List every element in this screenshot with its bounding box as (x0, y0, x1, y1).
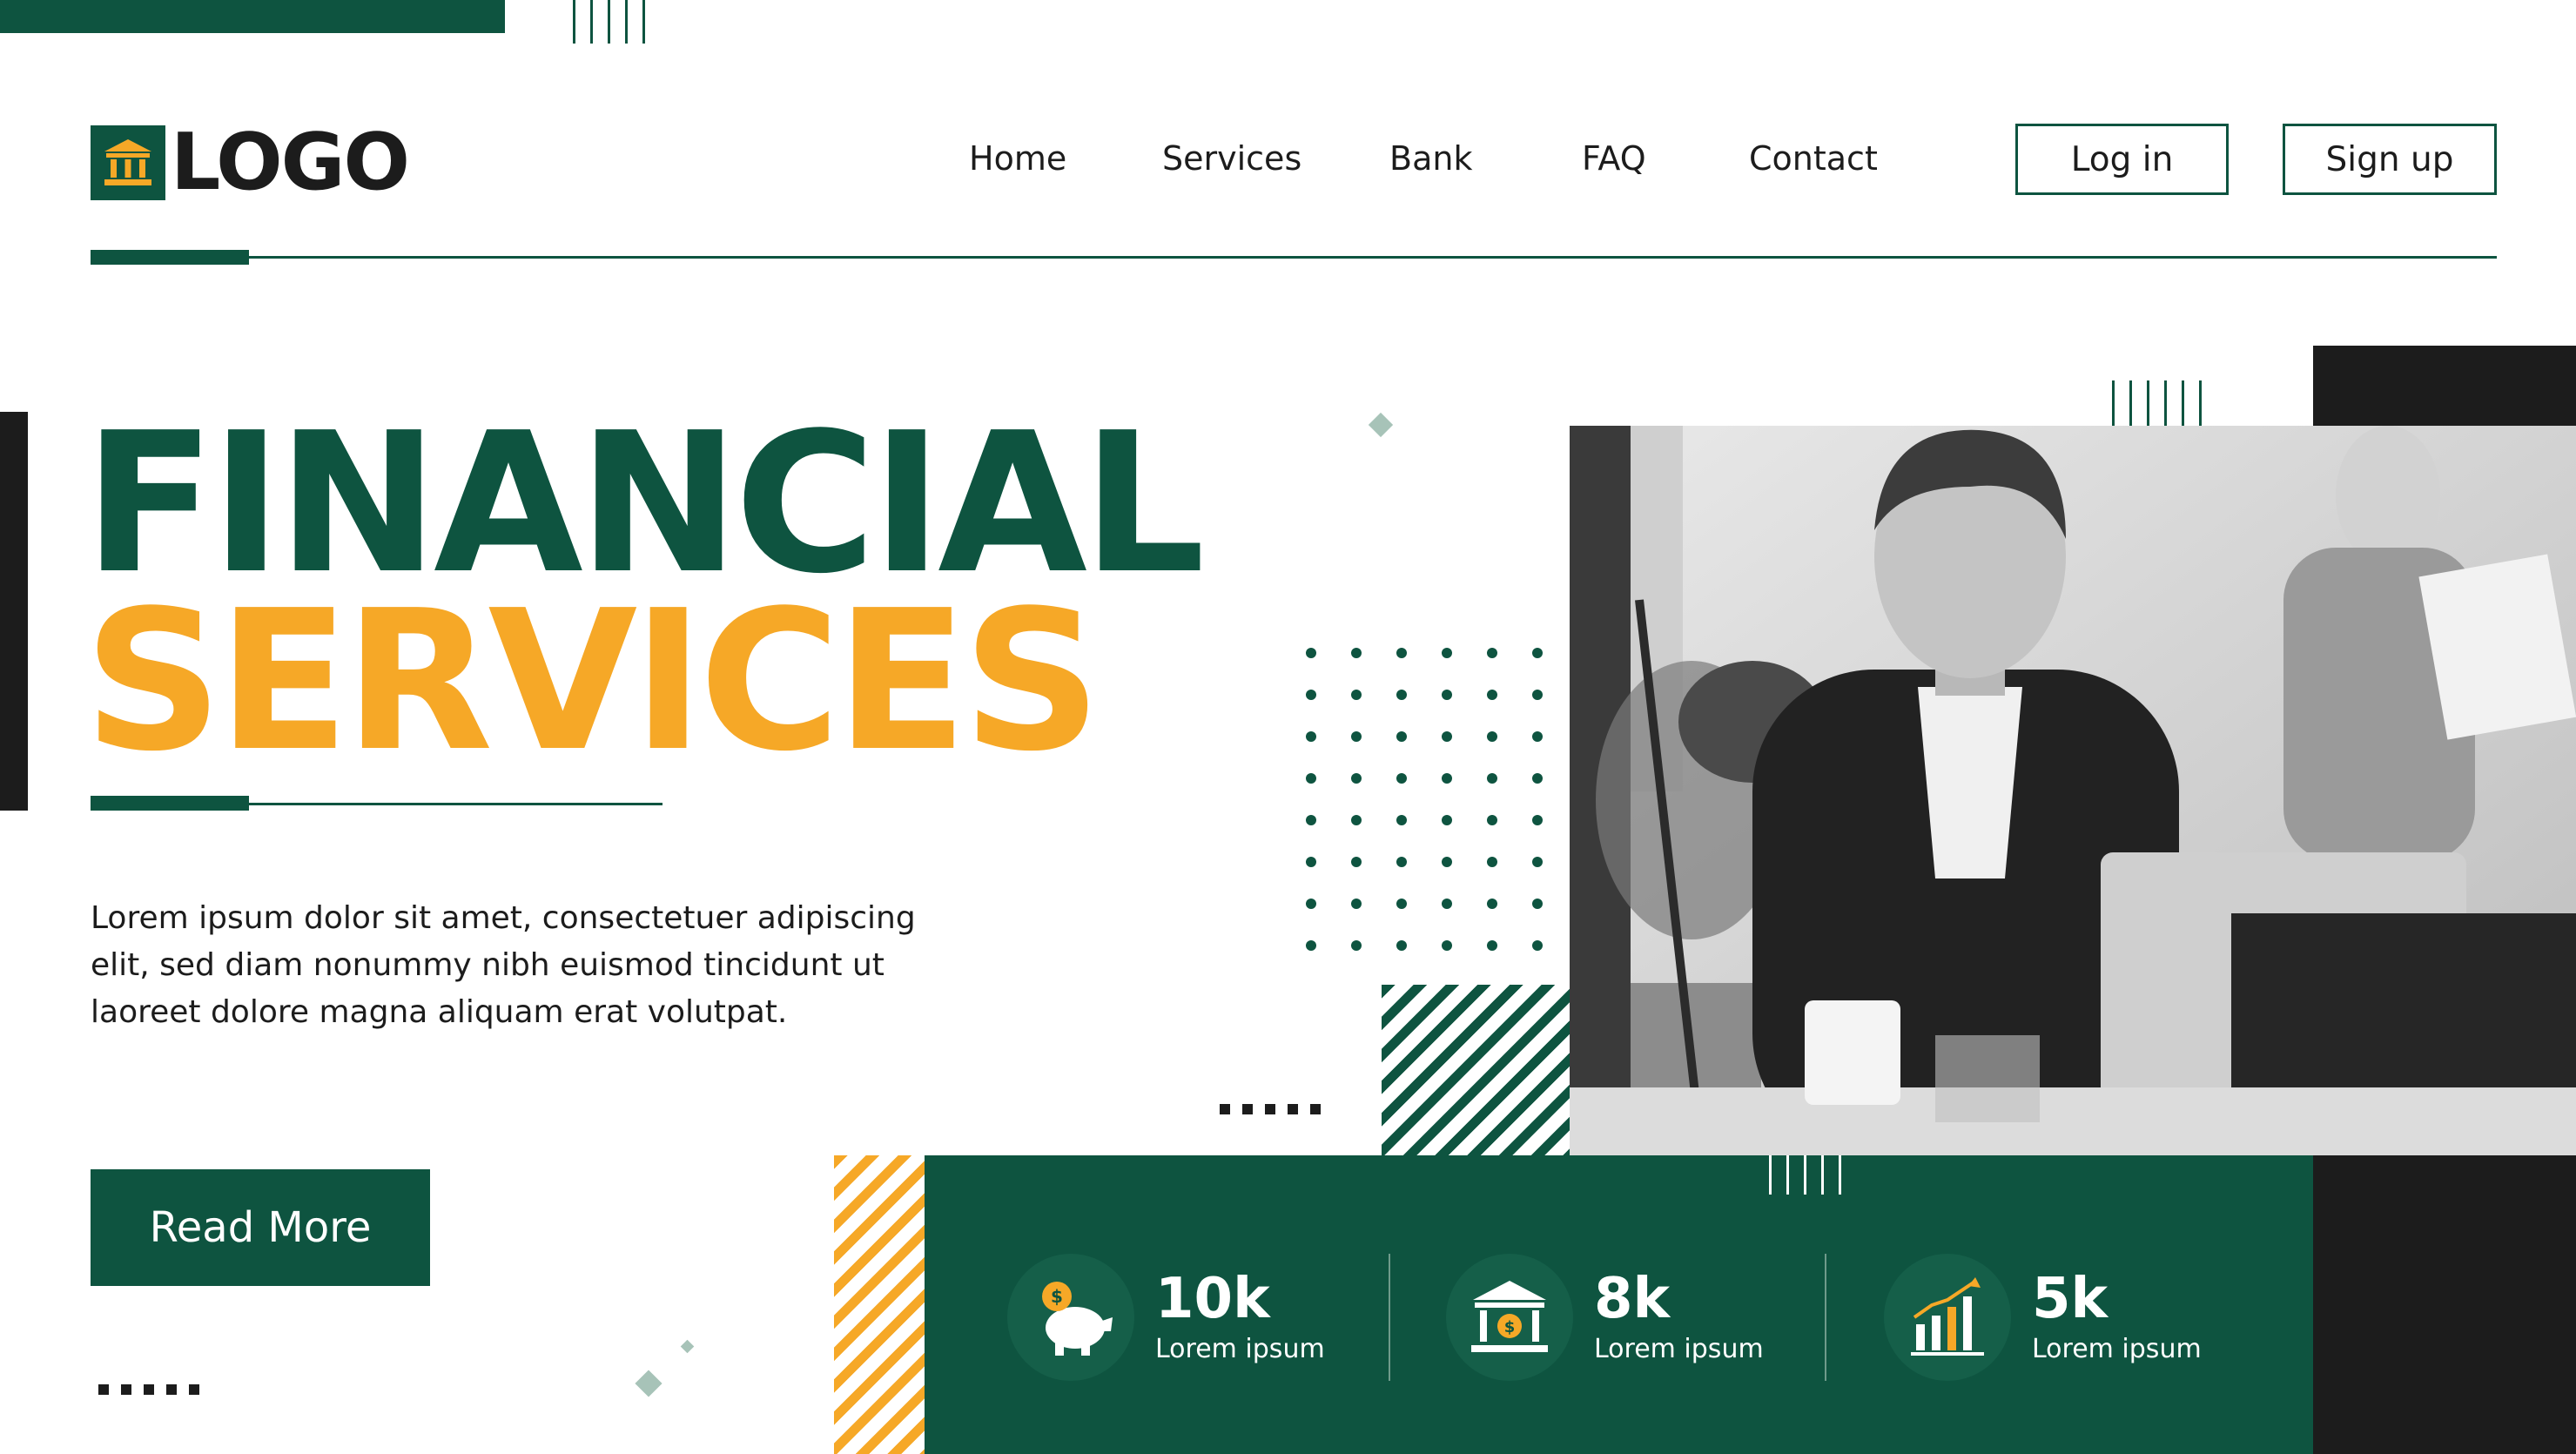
dash-decoration-bottom-left (98, 1384, 199, 1395)
stat-label: Lorem ipsum (2032, 1333, 2202, 1364)
diamond-decoration (635, 1370, 662, 1397)
header-divider-accent (91, 250, 249, 265)
left-edge-bar (0, 412, 28, 811)
nav-faq[interactable]: FAQ (1582, 139, 1646, 178)
stat-label: Lorem ipsum (1155, 1333, 1325, 1364)
stat-divider (1389, 1254, 1390, 1381)
stat-divider (1825, 1254, 1826, 1381)
green-stripes-decoration (1382, 985, 1571, 1155)
top-accent-bar (0, 0, 505, 33)
piggy-bank-icon: $ (1007, 1254, 1134, 1381)
bank-logo-icon (91, 125, 165, 200)
bank-icon: $ (1446, 1254, 1573, 1381)
stat-item-3: 5k Lorem ipsum (1884, 1254, 2202, 1381)
svg-text:$: $ (1504, 1318, 1516, 1336)
growth-chart-icon (1884, 1254, 2011, 1381)
stat-item-2: $ 8k Lorem ipsum (1446, 1254, 1764, 1381)
logo[interactable]: LOGO (91, 117, 410, 208)
read-more-button[interactable]: Read More (91, 1169, 430, 1286)
nav-bank[interactable]: Bank (1389, 139, 1472, 178)
nav-contact[interactable]: Contact (1749, 139, 1878, 178)
stat-value: 10k (1155, 1266, 1270, 1331)
nav-home[interactable]: Home (969, 139, 1066, 178)
dark-corner-block-bottom (2313, 1155, 2576, 1454)
dot-grid-decoration (1306, 648, 1543, 951)
hero-description: Lorem ipsum dolor sit amet, consectetuer… (91, 900, 916, 1030)
line-decoration-photo-top (2112, 380, 2202, 426)
logo-text: LOGO (171, 117, 410, 208)
hero-title-line2: SERVICES (84, 569, 1101, 794)
diamond-decoration (1368, 412, 1394, 438)
login-button[interactable]: Log in (2015, 124, 2229, 195)
header-divider (91, 256, 2497, 259)
signup-button[interactable]: Sign up (2283, 124, 2497, 195)
dark-corner-block (2313, 346, 2576, 429)
stat-label: Lorem ipsum (1594, 1333, 1764, 1364)
diamond-decoration (680, 1339, 695, 1354)
stat-item-1: $ 10k Lorem ipsum (1007, 1254, 1325, 1381)
svg-text:$: $ (1051, 1286, 1063, 1307)
nav-services[interactable]: Services (1162, 139, 1301, 178)
stat-value: 8k (1594, 1266, 1671, 1331)
top-line-decoration (573, 0, 645, 44)
yellow-stripes-decoration (834, 1155, 925, 1454)
stat-value: 5k (2032, 1266, 2109, 1331)
dash-decoration-center (1220, 1104, 1321, 1114)
line-decoration-stats (1769, 1155, 1841, 1195)
hero-photo (1570, 426, 2576, 1155)
title-divider-accent (91, 796, 249, 811)
